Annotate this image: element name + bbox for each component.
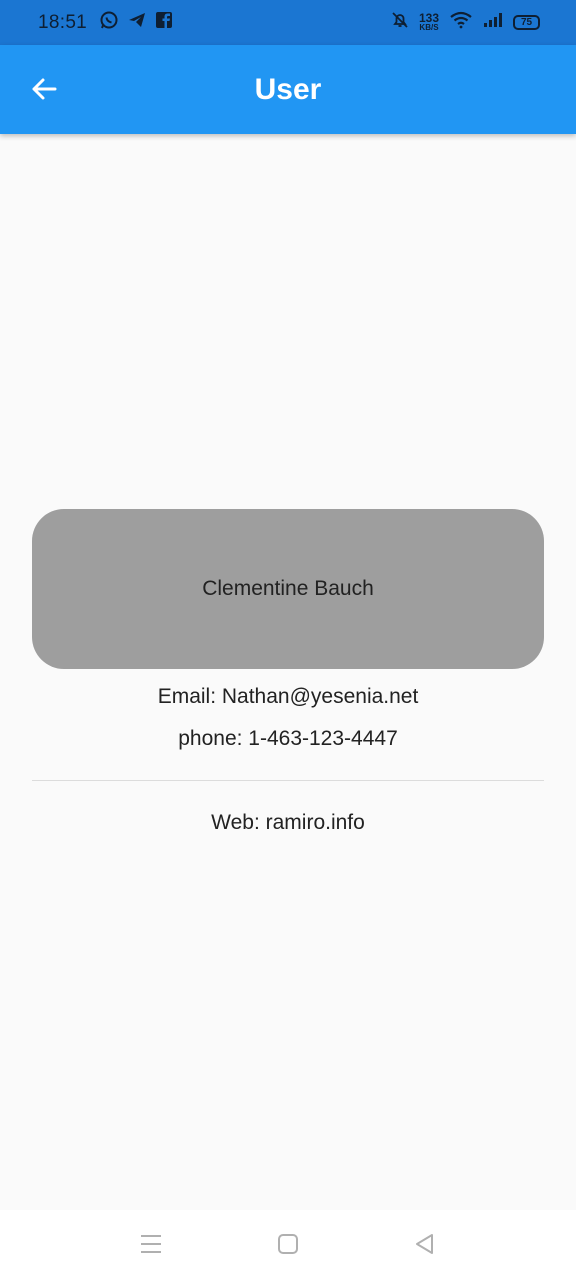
divider bbox=[32, 780, 544, 781]
whatsapp-icon bbox=[99, 10, 119, 35]
home-button[interactable] bbox=[274, 1232, 302, 1260]
telegram-icon bbox=[127, 10, 147, 35]
user-name: Clementine Bauch bbox=[202, 577, 374, 600]
system-back-button[interactable] bbox=[410, 1232, 438, 1260]
user-phone: phone: 1-463-123-4447 bbox=[178, 727, 398, 750]
network-speed: 133 KB/S bbox=[418, 10, 439, 32]
recent-apps-button[interactable] bbox=[137, 1232, 165, 1260]
back-button[interactable] bbox=[20, 67, 68, 115]
bell-off-icon bbox=[391, 11, 409, 34]
signal-icon bbox=[483, 12, 503, 33]
user-web: Web: ramiro.info bbox=[211, 811, 365, 834]
home-square-icon bbox=[277, 1233, 299, 1260]
notification-icons bbox=[99, 10, 173, 35]
network-speed-unit: KB/S bbox=[419, 22, 439, 32]
user-email: Email: Nathan@yesenia.net bbox=[157, 685, 419, 708]
facebook-icon bbox=[155, 11, 173, 34]
user-details: Clementine Bauch Email: Nathan@yesenia.n… bbox=[0, 134, 576, 1210]
wifi-icon bbox=[449, 11, 473, 34]
status-time: 18:51 bbox=[38, 11, 88, 33]
user-name-card: Clementine Bauch bbox=[32, 509, 544, 669]
back-triangle-icon bbox=[413, 1232, 435, 1261]
battery-icon: 75 bbox=[513, 15, 540, 30]
arrow-left-icon bbox=[30, 75, 58, 108]
system-nav-bar bbox=[0, 1210, 576, 1280]
status-bar-left: 18:51 bbox=[38, 10, 173, 35]
app-bar: User bbox=[0, 45, 576, 134]
menu-icon bbox=[139, 1233, 163, 1260]
status-bar-right: 133 KB/S 75 bbox=[391, 11, 540, 34]
network-speed-value: 133 bbox=[418, 10, 439, 25]
page-title: User bbox=[254, 72, 322, 106]
status-bar: 18:51 133 KB/S 75 bbox=[0, 0, 576, 45]
